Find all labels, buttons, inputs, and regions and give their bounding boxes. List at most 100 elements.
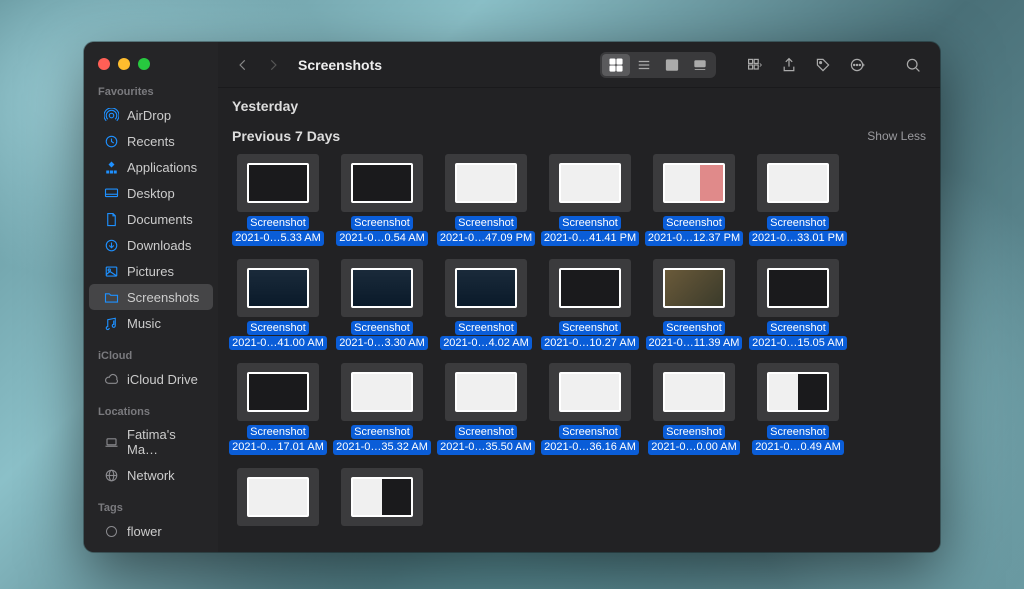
image-icon [103,263,119,279]
file-thumbnail [653,154,735,212]
file-item[interactable]: Screenshot2021-0…12.37 PM [642,154,746,247]
sidebar-item-desktop[interactable]: Desktop [89,180,213,206]
sidebar-item-label: Screenshots [127,290,199,305]
content-area[interactable]: Yesterday Previous 7 Days Show Less Scre… [218,88,940,552]
doc-icon [103,211,119,227]
file-thumbnail [757,363,839,421]
sidebar-group-title: Favourites [84,82,218,102]
file-label: Screenshot2021-0…11.39 AM [646,321,743,352]
file-label: Screenshot2021-0…10.27 AM [541,321,639,352]
file-thumbnail [341,363,423,421]
sidebar-item-label: Network [127,468,175,483]
file-thumbnail [341,468,423,526]
sidebar-group-title: iCloud [84,346,218,366]
file-item[interactable]: Screenshot2021-0…36.16 AM [538,363,642,456]
download-icon [103,237,119,253]
file-item[interactable]: Screenshot2021-0…0.54 AM [330,154,434,247]
file-label: Screenshot2021-0…3.30 AM [336,321,428,352]
sidebar-item-label: Downloads [127,238,191,253]
file-item[interactable]: Screenshot2021-0…0.49 AM [746,363,850,456]
icon-view-button[interactable] [602,54,630,76]
file-item[interactable]: Screenshot2021-0…3.30 AM [330,259,434,352]
file-label: Screenshot2021-0…41.00 AM [229,321,327,352]
file-item[interactable]: Screenshot2021-0…35.50 AM [434,363,538,456]
file-item[interactable] [226,468,330,530]
file-thumbnail [549,154,631,212]
file-item[interactable]: Screenshot2021-0…10.27 AM [538,259,642,352]
list-view-button[interactable] [630,54,658,76]
network-icon [103,467,119,483]
file-item[interactable]: Screenshot2021-0…41.41 PM [538,154,642,247]
sidebar-item-airdrop[interactable]: AirDrop [89,102,213,128]
sidebar-group-title: Locations [84,402,218,422]
file-label: Screenshot2021-0…33.01 PM [749,216,847,247]
file-grid: Screenshot2021-0…5.33 AMScreenshot2021-0… [218,150,940,534]
file-label: Screenshot2021-0…41.41 PM [541,216,639,247]
file-label: Screenshot2021-0…4.02 AM [440,321,532,352]
file-thumbnail [237,363,319,421]
tags-button[interactable] [810,53,836,77]
desktop-icon [103,185,119,201]
file-thumbnail [341,259,423,317]
minimize-button[interactable] [118,58,130,70]
search-button[interactable] [900,53,926,77]
sidebar-item-applications[interactable]: Applications [89,154,213,180]
section-prev7-title[interactable]: Previous 7 Days [232,128,340,144]
sidebar-item-documents[interactable]: Documents [89,206,213,232]
file-item[interactable]: Screenshot2021-0…5.33 AM [226,154,330,247]
sidebar-item-network[interactable]: Network [89,462,213,488]
actions-button[interactable] [844,53,870,77]
sidebar-item-label: Fatima's Ma… [127,427,203,457]
file-item[interactable]: Screenshot2021-0…0.00 AM [642,363,746,456]
section-prev7: Previous 7 Days Show Less [218,120,940,150]
file-label: Screenshot2021-0…12.37 PM [645,216,743,247]
file-item[interactable]: Screenshot2021-0…35.32 AM [330,363,434,456]
file-item[interactable]: Screenshot2021-0…15.05 AM [746,259,850,352]
main-panel: Screenshots Yesterday Previous 7 Days Sh… [218,42,940,552]
sidebar: FavouritesAirDropRecentsApplications Desk… [84,42,218,552]
file-label: Screenshot2021-0…5.33 AM [232,216,324,247]
back-button[interactable] [232,54,254,76]
finder-window: FavouritesAirDropRecentsApplications Desk… [84,42,940,552]
sidebar-item-screenshots[interactable]: Screenshots [89,284,213,310]
file-item[interactable]: Screenshot2021-0…41.00 AM [226,259,330,352]
file-item[interactable]: Screenshot2021-0…47.09 PM [434,154,538,247]
group-by-button[interactable] [742,53,768,77]
file-item[interactable]: Screenshot2021-0…11.39 AM [642,259,746,352]
file-thumbnail [237,154,319,212]
forward-button[interactable] [262,54,284,76]
view-segment [600,52,716,78]
gallery-view-button[interactable] [686,54,714,76]
close-button[interactable] [98,58,110,70]
file-thumbnail [237,259,319,317]
sidebar-item-flower[interactable]: flower [89,518,213,544]
file-thumbnail [445,363,527,421]
file-thumbnail [653,259,735,317]
share-button[interactable] [776,53,802,77]
tagdot-icon [103,523,119,539]
file-item[interactable] [330,468,434,530]
sidebar-item-icloud-drive[interactable]: iCloud Drive [89,366,213,392]
sidebar-item-label: Desktop [127,186,175,201]
section-yesterday[interactable]: Yesterday [218,94,940,120]
maximize-button[interactable] [138,58,150,70]
file-label: Screenshot2021-0…47.09 PM [437,216,535,247]
file-item[interactable]: Screenshot2021-0…33.01 PM [746,154,850,247]
file-label: Screenshot2021-0…17.01 AM [229,425,327,456]
sidebar-item-fatima-s-ma-[interactable]: Fatima's Ma… [89,422,213,462]
show-less-link[interactable]: Show Less [867,129,926,143]
window-controls [84,52,218,82]
clock-icon [103,133,119,149]
file-label: Screenshot2021-0…0.49 AM [752,425,844,456]
file-thumbnail [757,259,839,317]
sidebar-item-music[interactable]: Music [89,310,213,336]
sidebar-item-label: Documents [127,212,193,227]
music-icon [103,315,119,331]
file-item[interactable]: Screenshot2021-0…4.02 AM [434,259,538,352]
sidebar-item-downloads[interactable]: Downloads [89,232,213,258]
file-item[interactable]: Screenshot2021-0…17.01 AM [226,363,330,456]
sidebar-item-recents[interactable]: Recents [89,128,213,154]
file-label: Screenshot2021-0…35.50 AM [437,425,535,456]
sidebar-item-pictures[interactable]: Pictures [89,258,213,284]
column-view-button[interactable] [658,54,686,76]
